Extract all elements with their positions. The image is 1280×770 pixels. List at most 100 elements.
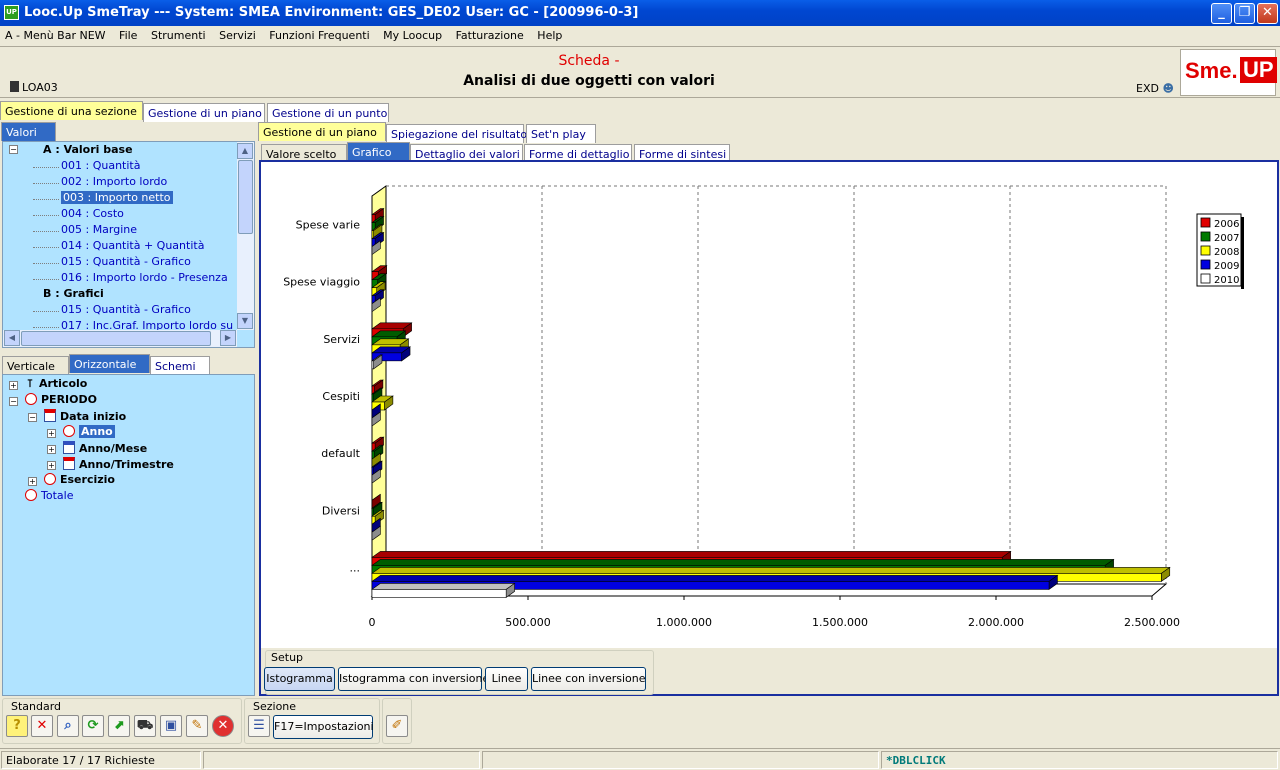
- scroll-down-icon[interactable]: ▼: [237, 313, 253, 329]
- clock-icon: [25, 489, 37, 501]
- axis-tree-item[interactable]: PERIODO: [25, 393, 97, 409]
- axis-tree-item[interactable]: Anno/Trimestre: [63, 457, 174, 473]
- category-label: Cespiti: [322, 390, 360, 403]
- linee-button[interactable]: Linee: [485, 667, 528, 691]
- edit-document-icon[interactable]: ✐: [386, 715, 408, 737]
- status-left: Elaborate 17 / 17 Richieste: [1, 751, 201, 769]
- status-empty-1: [203, 751, 480, 769]
- expand-icon[interactable]: +: [28, 477, 37, 486]
- legend-label: 2008: [1214, 247, 1239, 258]
- axis-tree-item[interactable]: Anno/Mese: [63, 441, 147, 457]
- menu-strumenti[interactable]: Strumenti: [146, 26, 211, 42]
- stop-icon[interactable]: ✕: [212, 715, 234, 737]
- refresh-icon[interactable]: ⟳: [82, 715, 104, 737]
- category-label: Diversi: [322, 504, 360, 517]
- menu-bar: A - Menù Bar NEW File Strumenti Servizi …: [0, 26, 1280, 46]
- axis-tree-item[interactable]: ⊺ Articolo: [25, 377, 87, 393]
- scheda-subtitle: Analisi di due oggetti con valori: [463, 73, 715, 89]
- expand-icon[interactable]: +: [9, 381, 18, 390]
- istogramma-button[interactable]: Istogramma: [264, 667, 335, 691]
- linee-inversione-button[interactable]: Linee con inversione: [531, 667, 646, 691]
- menu-a[interactable]: A - Menù Bar NEW: [0, 26, 111, 42]
- settings-list-icon[interactable]: ☰: [248, 715, 270, 737]
- tree-connector: [33, 311, 59, 312]
- tab-setnplay[interactable]: Set'n play: [526, 124, 596, 143]
- tree-connector: [33, 247, 59, 248]
- cart-icon[interactable]: ⛟: [134, 715, 156, 737]
- tab-valori[interactable]: Valori: [1, 122, 56, 141]
- menu-servizi[interactable]: Servizi: [214, 26, 261, 42]
- tree-item[interactable]: 003 : Importo netto: [61, 191, 173, 207]
- axis-tree-item[interactable]: Totale: [25, 489, 73, 505]
- menu-my-loocup[interactable]: My Loocup: [378, 26, 447, 42]
- maximize-button[interactable]: ❐: [1234, 3, 1255, 24]
- window-icon[interactable]: ▣: [160, 715, 182, 737]
- tree-item[interactable]: 017 : Inc.Graf. Importo lordo su color: [61, 319, 237, 330]
- tab-spiegazione[interactable]: Spiegazione del risultato: [386, 124, 527, 143]
- tab-orizzontale[interactable]: Orizzontale: [69, 354, 150, 373]
- axis-tree-item[interactable]: Esercizio: [44, 473, 115, 489]
- close-button[interactable]: ✕: [1257, 3, 1278, 24]
- app-icon: UP: [4, 5, 19, 20]
- tab-gestione-punto[interactable]: Gestione di un punto: [267, 103, 389, 122]
- tab-gestione-sezione[interactable]: Gestione di una sezione: [0, 101, 143, 120]
- zoom-icon[interactable]: ✎: [186, 715, 208, 737]
- tree-connector: [33, 199, 59, 200]
- search-icon[interactable]: ⌕: [57, 715, 79, 737]
- calendar-icon: [44, 409, 56, 422]
- scroll-left-icon[interactable]: ◀: [4, 330, 20, 346]
- calendar-blue-icon: [63, 441, 75, 454]
- tab-gestione-piano[interactable]: Gestione di un piano: [143, 103, 265, 122]
- tree-item[interactable]: 016 : Importo lordo - Presenza: [61, 271, 228, 287]
- tab-sub-gestione-piano[interactable]: Gestione di un piano: [258, 122, 386, 141]
- tab-schemi[interactable]: Schemi: [150, 356, 210, 375]
- istogramma-inversione-button[interactable]: Istogramma con inversione: [338, 667, 489, 691]
- close-x-icon[interactable]: ✕: [31, 715, 53, 737]
- scheda-title: Scheda -: [558, 53, 620, 69]
- tree-item[interactable]: 015 : Quantità - Grafico: [61, 303, 191, 319]
- tree-item-label: 005 : Margine: [61, 223, 138, 236]
- hscroll-thumb[interactable]: [21, 331, 211, 346]
- scroll-thumb[interactable]: [238, 160, 253, 234]
- tab-verticale[interactable]: Verticale: [2, 356, 69, 375]
- tree-item[interactable]: 005 : Margine: [61, 223, 137, 239]
- vertical-scrollbar[interactable]: ▲ ▼: [237, 142, 254, 330]
- f17-impostazioni-button[interactable]: F17=Impostazioni: [273, 715, 374, 739]
- expand-icon[interactable]: +: [47, 461, 56, 470]
- scroll-up-icon[interactable]: ▲: [237, 143, 253, 159]
- menu-file[interactable]: File: [114, 26, 142, 42]
- axis-tree-item[interactable]: Data inizio: [44, 409, 126, 425]
- exd-label[interactable]: EXD ☻: [1136, 82, 1174, 95]
- tab-grafico[interactable]: Grafico: [347, 142, 410, 161]
- tree-item[interactable]: 015 : Quantità - Grafico: [61, 255, 191, 271]
- tree-group[interactable]: A : Valori base: [43, 143, 133, 159]
- tree-item[interactable]: 001 : Quantità: [61, 159, 140, 175]
- minimize-button[interactable]: _: [1211, 3, 1232, 24]
- legend-swatch: [1200, 245, 1211, 256]
- legend-swatch: [1200, 273, 1211, 284]
- help-icon[interactable]: ?: [6, 715, 28, 737]
- scroll-right-icon[interactable]: ▶: [220, 330, 236, 346]
- expand-icon[interactable]: +: [47, 429, 56, 438]
- bar: [371, 360, 374, 370]
- clock-icon: [44, 473, 56, 485]
- status-bar: Elaborate 17 / 17 Richieste *DBLCLICK: [0, 748, 1280, 770]
- legend-label: 2010: [1214, 275, 1239, 286]
- horizontal-scrollbar[interactable]: ◀ ▶: [3, 330, 237, 347]
- menu-funzioni-frequenti[interactable]: Funzioni Frequenti: [264, 26, 374, 42]
- collapse-icon[interactable]: −: [28, 413, 37, 422]
- export-icon[interactable]: ⬈: [108, 715, 130, 737]
- axis-tree-item[interactable]: Anno: [63, 425, 115, 441]
- menu-fatturazione[interactable]: Fatturazione: [451, 26, 529, 42]
- tree-item[interactable]: 004 : Costo: [61, 207, 124, 223]
- expand-icon[interactable]: +: [47, 445, 56, 454]
- tree-item[interactable]: 002 : Importo lordo: [61, 175, 167, 191]
- tree-item-label: 004 : Costo: [61, 207, 124, 220]
- tree-item[interactable]: 014 : Quantità + Quantità: [61, 239, 204, 255]
- collapse-icon[interactable]: −: [9, 145, 18, 154]
- tree-group[interactable]: B : Grafici: [43, 287, 104, 303]
- collapse-icon[interactable]: −: [9, 397, 18, 406]
- server-icon: [10, 81, 19, 92]
- menu-help[interactable]: Help: [532, 26, 567, 42]
- scheda-code: LOA03: [10, 81, 58, 94]
